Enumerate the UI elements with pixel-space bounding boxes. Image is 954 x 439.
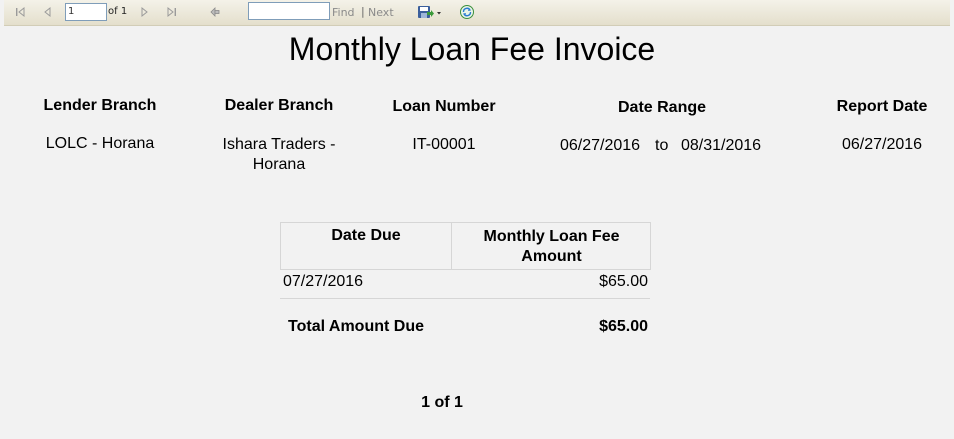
report-title: Monthly Loan Fee Invoice bbox=[288, 31, 656, 67]
date-due-column-header: Date Due bbox=[281, 223, 452, 269]
date-range-to: 08/31/2016 bbox=[681, 137, 762, 154]
date-range-header: Date Range bbox=[617, 99, 707, 116]
row-divider bbox=[280, 298, 650, 299]
refresh-icon[interactable] bbox=[458, 3, 476, 21]
loan-number-header: Loan Number bbox=[392, 98, 496, 115]
date-range-to-word: to bbox=[655, 137, 669, 154]
report-date-header: Report Date bbox=[836, 98, 928, 115]
previous-page-icon[interactable] bbox=[40, 3, 56, 21]
first-page-icon[interactable] bbox=[12, 3, 28, 21]
table-header-row: Date Due Monthly Loan Fee Amount bbox=[280, 222, 651, 270]
date-range-from: 06/27/2016 bbox=[560, 137, 641, 154]
dealer-branch-value-line1: Ishara Traders - bbox=[222, 136, 336, 153]
dealer-branch-value-line2: Horana bbox=[252, 156, 306, 173]
amount-header-line2: Amount bbox=[521, 248, 582, 265]
loan-number-value: IT-00001 bbox=[412, 136, 476, 153]
page-number-input[interactable]: 1 bbox=[65, 3, 107, 21]
table-row-amount: $65.00 bbox=[599, 273, 648, 290]
dealer-branch-header: Dealer Branch bbox=[224, 97, 334, 114]
table-row-date: 07/27/2016 bbox=[283, 273, 364, 290]
back-to-parent-icon[interactable] bbox=[207, 3, 223, 21]
last-page-icon[interactable] bbox=[164, 3, 180, 21]
toolbar-separator: | bbox=[361, 5, 365, 18]
report-viewer: 1 of 1 Find | Next Monthly Loan Fee Invo… bbox=[0, 0, 954, 439]
lender-branch-value: LOLC - Horana bbox=[45, 135, 155, 152]
amount-header-line1: Monthly Loan Fee bbox=[483, 228, 620, 245]
find-text-input[interactable] bbox=[248, 2, 330, 20]
page-total-label: of 1 bbox=[108, 6, 128, 17]
find-next-link[interactable]: Next bbox=[368, 6, 394, 19]
find-link[interactable]: Find bbox=[332, 6, 355, 19]
export-icon[interactable] bbox=[414, 3, 444, 21]
next-page-icon[interactable] bbox=[136, 3, 152, 21]
page-count-footer: 1 of 1 bbox=[421, 394, 463, 411]
report-toolbar: 1 of 1 Find | Next bbox=[4, 0, 950, 26]
lender-branch-header: Lender Branch bbox=[43, 97, 157, 114]
report-date-value: 06/27/2016 bbox=[841, 136, 923, 153]
total-amount-due-value: $65.00 bbox=[599, 318, 648, 335]
monthly-loan-fee-amount-column-header: Monthly Loan Fee Amount bbox=[453, 223, 650, 269]
total-amount-due-label: Total Amount Due bbox=[288, 318, 424, 335]
